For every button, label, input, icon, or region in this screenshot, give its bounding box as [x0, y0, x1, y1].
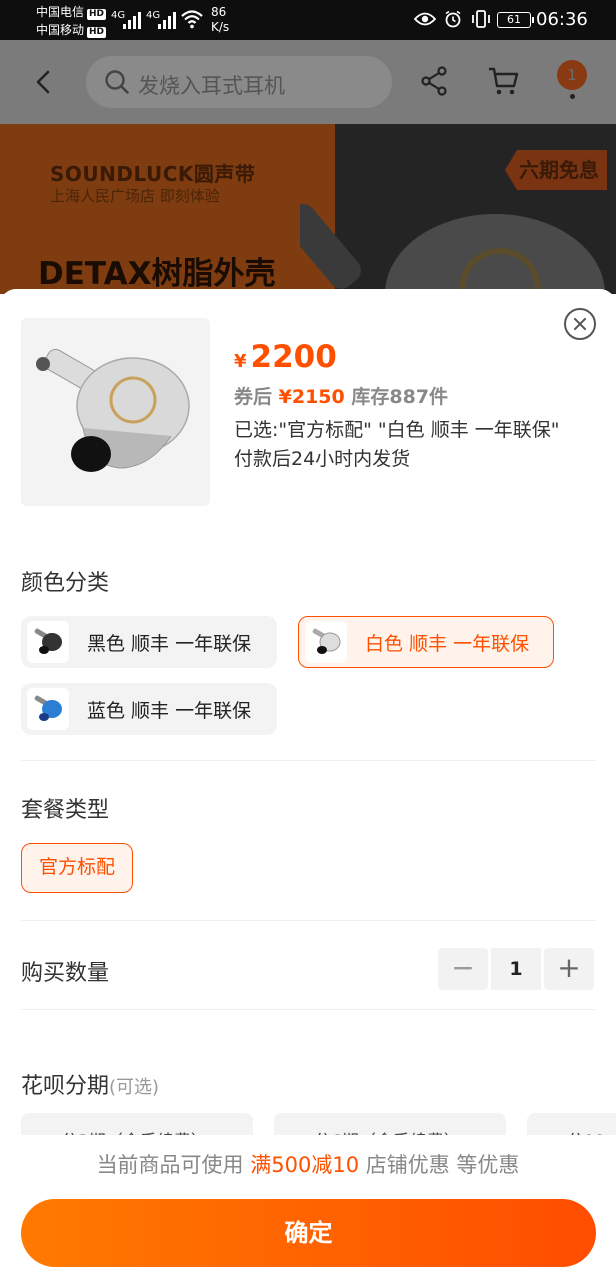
coupon-price: ¥2150 [278, 386, 345, 408]
optional-tag: (可选) [109, 1077, 160, 1098]
quantity-section-title: 购买数量 [21, 961, 110, 986]
cart-badge: 1 [567, 66, 577, 84]
installment-title-text: 花呗分期 [21, 1074, 110, 1099]
banner-left-panel: SOUNDLUCK圆声带 上海人民广场店 即刻体验 DETAX树脂外壳 [0, 124, 335, 294]
promo-prefix: 当前商品可使用 [96, 1153, 244, 1177]
cart-icon[interactable] [487, 66, 519, 100]
banner-brand: SOUNDLUCK圆声带 [50, 162, 256, 186]
decrease-button[interactable]: − [438, 948, 488, 990]
signal-2-icon [158, 11, 176, 29]
selected-summary: 已选:"官方标配" "白色 顺丰 一年联保" [234, 419, 560, 441]
package-option-official[interactable]: 官方标配 [21, 843, 134, 893]
confirm-button[interactable]: 确定 [21, 1199, 596, 1267]
bottom-bar: 当前商品可使用 满500减10 店铺优惠 等优惠 确定 [0, 1135, 616, 1280]
vibrate-icon [470, 10, 492, 32]
divider [21, 920, 596, 921]
color-option-blue[interactable]: 蓝色 顺丰 一年联保 [21, 683, 277, 735]
color-option-label: 黑色 顺丰 一年联保 [87, 632, 252, 655]
hd-badge: HD [87, 9, 107, 20]
promo-suffix: 店铺优惠 等优惠 [365, 1153, 520, 1177]
divider [21, 760, 596, 761]
color-option-label: 蓝色 顺丰 一年联保 [87, 699, 252, 722]
price-row: ¥2200 [234, 339, 337, 375]
search-icon [104, 69, 130, 99]
shipping-info: 付款后24小时内发货 [234, 448, 411, 470]
status-bar: 中国电信 HD 中国移动 HD 4G 4G 86 K/s 61 06:36 [0, 0, 616, 40]
price: 2200 [250, 339, 337, 375]
promo-highlight: 满500减10 [250, 1153, 360, 1177]
banner-promo-tag: 六期免息 [505, 150, 607, 190]
quantity-value[interactable]: 1 [491, 948, 541, 990]
carrier-1-label: 中国电信 [36, 5, 85, 19]
search-placeholder: 发烧入耳式耳机 [138, 74, 285, 98]
package-section-title: 套餐类型 [21, 798, 110, 823]
stock-count: 库存887件 [351, 386, 449, 408]
carrier-2-label: 中国移动 [36, 23, 85, 37]
shop-promo-line: 当前商品可使用 满500减10 店铺优惠 等优惠 [0, 1149, 616, 1179]
clock: 06:36 [536, 9, 588, 30]
quantity-stepper: − 1 + [438, 948, 594, 990]
color-option-black[interactable]: 黑色 顺丰 一年联保 [21, 616, 277, 668]
carrier-1: 中国电信 HD [36, 5, 107, 20]
page-header: 发烧入耳式耳机 1 [0, 40, 616, 124]
currency-symbol: ¥ [234, 351, 247, 372]
sku-sheet: ¥2200 券后 ¥2150 库存887件 已选:"官方标配" "白色 顺丰 一… [0, 289, 616, 1280]
color-option-thumbnail [27, 621, 69, 663]
product-thumbnail [21, 318, 210, 506]
more-badge-icon[interactable]: 1 [557, 60, 587, 99]
color-section-title: 颜色分类 [21, 571, 110, 596]
banner-earphone-image [283, 174, 616, 294]
alarm-icon [444, 10, 462, 32]
back-icon[interactable] [30, 68, 58, 100]
divider [21, 1009, 596, 1010]
eye-icon [413, 11, 437, 31]
banner-title: DETAX树脂外壳 [38, 256, 276, 292]
status-icons [413, 10, 492, 32]
network-speed: 86 K/s [211, 5, 230, 34]
search-box[interactable]: 发烧入耳式耳机 [86, 56, 392, 108]
color-option-thumbnail [27, 688, 69, 730]
carrier-2: 中国移动 HD [36, 23, 107, 38]
color-option-white[interactable]: 白色 顺丰 一年联保 [298, 616, 554, 668]
signal-1-icon [123, 11, 141, 29]
battery-icon: 61 [497, 12, 534, 28]
product-banner: SOUNDLUCK圆声带 上海人民广场店 即刻体验 DETAX树脂外壳 六期免息 [0, 124, 616, 294]
installment-section-title: 花呗分期(可选) [21, 1068, 159, 1100]
share-icon[interactable] [420, 66, 448, 100]
color-option-thumbnail [305, 621, 347, 663]
banner-brand-sub: 上海人民广场店 即刻体验 [50, 187, 220, 205]
hd-badge: HD [87, 27, 107, 38]
coupon-row: 券后 ¥2150 库存887件 [234, 382, 448, 409]
close-button[interactable] [564, 308, 596, 340]
increase-button[interactable]: + [544, 948, 594, 990]
coupon-label: 券后 [234, 386, 273, 408]
color-option-label: 白色 顺丰 一年联保 [365, 632, 530, 655]
wifi-icon [180, 9, 204, 33]
